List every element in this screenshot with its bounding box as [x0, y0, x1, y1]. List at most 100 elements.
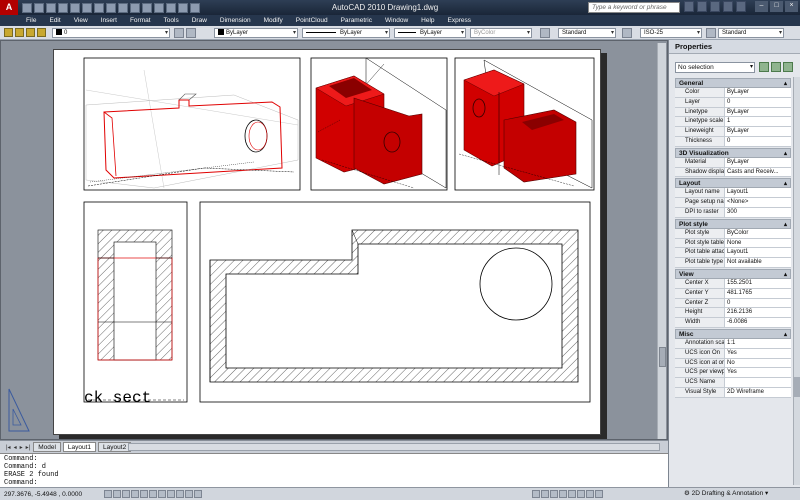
- zoom-extents-icon[interactable]: [142, 2, 152, 13]
- section-3d-visualization[interactable]: 3D Visualization: [675, 147, 791, 159]
- plotstyle-dropdown[interactable]: ByColor: [470, 28, 532, 38]
- properties-scroll-thumb[interactable]: [794, 377, 800, 397]
- menu-item-modify[interactable]: Modify: [264, 17, 283, 24]
- property-value[interactable]: None: [725, 238, 791, 248]
- property-row[interactable]: Shadow display Casts and Receiv...: [675, 167, 791, 178]
- quick-view-drawings-icon[interactable]: [550, 490, 558, 498]
- menu-item-window[interactable]: Window: [385, 17, 408, 24]
- redo-icon[interactable]: [82, 2, 92, 13]
- undo-icon[interactable]: [70, 2, 80, 13]
- property-value[interactable]: Casts and Receiv...: [725, 167, 791, 177]
- property-row[interactable]: Linetype scale 1: [675, 117, 791, 128]
- first-tab-icon[interactable]: |◂: [6, 444, 11, 451]
- model-paper-icon[interactable]: [532, 490, 540, 498]
- tab-model[interactable]: Model: [33, 442, 61, 452]
- pan-icon[interactable]: [106, 2, 116, 13]
- layer-lock-icon[interactable]: [37, 28, 46, 37]
- make-current-icon[interactable]: [174, 28, 184, 38]
- polar-tracking-icon[interactable]: [131, 490, 139, 498]
- property-value[interactable]: ByColor: [725, 228, 791, 238]
- table-style-dropdown[interactable]: Standard: [718, 28, 784, 38]
- design-center-icon[interactable]: [166, 2, 176, 13]
- property-row[interactable]: Width -6.0086: [675, 318, 791, 328]
- property-value[interactable]: Layout1: [725, 188, 791, 198]
- snap-mode-icon[interactable]: [104, 490, 112, 498]
- section-layout[interactable]: Layout: [675, 178, 791, 189]
- property-row[interactable]: UCS Name: [675, 378, 791, 388]
- drawing-area[interactable]: ck sect: [0, 40, 668, 440]
- menu-item-tools[interactable]: Tools: [164, 17, 179, 24]
- text-style-icon[interactable]: [540, 28, 550, 38]
- property-value[interactable]: 0: [725, 97, 791, 107]
- dynamic-ucs-icon[interactable]: [167, 490, 175, 498]
- layer-dropdown[interactable]: 0: [52, 28, 170, 38]
- select-objects-icon[interactable]: [771, 62, 781, 72]
- menu-item-draw[interactable]: Draw: [192, 17, 207, 24]
- zoom-status-icon[interactable]: [568, 490, 576, 498]
- properties-icon[interactable]: [154, 2, 164, 13]
- property-value[interactable]: 300: [725, 207, 791, 217]
- color-dropdown[interactable]: ByLayer: [214, 28, 298, 38]
- quick-select-icon[interactable]: [783, 62, 793, 72]
- property-row[interactable]: Layer 0: [675, 97, 791, 108]
- dim-style-icon[interactable]: [622, 28, 632, 38]
- property-value[interactable]: Yes: [725, 348, 791, 358]
- communication-icon[interactable]: [710, 1, 720, 12]
- menu-item-file[interactable]: File: [26, 17, 36, 24]
- menu-item-edit[interactable]: Edit: [49, 17, 60, 24]
- property-value[interactable]: 2D Wireframe: [725, 387, 791, 397]
- property-value[interactable]: -6.0086: [725, 318, 791, 327]
- property-value[interactable]: ByLayer: [725, 127, 791, 136]
- showmotion-icon[interactable]: [586, 490, 594, 498]
- property-row[interactable]: Center Y 481.1765: [675, 288, 791, 299]
- property-row[interactable]: Center Z0: [675, 298, 791, 309]
- property-row[interactable]: DPI to raster 300: [675, 207, 791, 218]
- property-row[interactable]: UCS icon On Yes: [675, 348, 791, 359]
- property-value[interactable]: 1: [725, 117, 791, 127]
- minimize-icon[interactable]: –: [755, 1, 768, 12]
- calculator-icon[interactable]: [190, 2, 200, 13]
- next-tab-icon[interactable]: ▸: [20, 444, 23, 451]
- property-row[interactable]: Plot style table None: [675, 238, 791, 249]
- viewport-3d-wireframe[interactable]: [83, 57, 301, 191]
- property-row[interactable]: Plot table attac...Layout1: [675, 248, 791, 259]
- property-value[interactable]: Yes: [725, 368, 791, 378]
- search-input[interactable]: Type a keyword or phrase: [588, 2, 680, 13]
- print-icon[interactable]: [58, 2, 68, 13]
- menu-item-pointcloud[interactable]: PointCloud: [296, 17, 328, 24]
- property-row[interactable]: UCS per viewportYes: [675, 368, 791, 379]
- property-row[interactable]: Lineweight ByLayer: [675, 127, 791, 137]
- text-style-dropdown[interactable]: Standard: [558, 28, 616, 38]
- property-row[interactable]: Layout name Layout1: [675, 188, 791, 199]
- property-value[interactable]: ByLayer: [725, 88, 791, 97]
- show-lineweight-icon[interactable]: [185, 490, 193, 498]
- vertical-scrollbar[interactable]: [657, 43, 666, 439]
- menu-item-express[interactable]: Express: [448, 17, 471, 24]
- menu-item-dimension[interactable]: Dimension: [220, 17, 251, 24]
- dynamic-input-icon[interactable]: [176, 490, 184, 498]
- dim-style-dropdown[interactable]: ISO-25: [640, 28, 702, 38]
- last-tab-icon[interactable]: ▸|: [26, 444, 31, 451]
- maximize-icon[interactable]: □: [770, 1, 783, 12]
- ortho-mode-icon[interactable]: [122, 490, 130, 498]
- linetype-dropdown[interactable]: ByLayer: [302, 28, 390, 38]
- property-row[interactable]: Thickness 0: [675, 136, 791, 147]
- help-icon[interactable]: [736, 1, 746, 12]
- tool-palette-icon[interactable]: [178, 2, 188, 13]
- workspace-switcher[interactable]: ⚙ 2D Drafting & Annotation ▾: [684, 489, 768, 497]
- property-value[interactable]: ByLayer: [725, 157, 791, 167]
- property-row[interactable]: Page setup name<None>: [675, 198, 791, 208]
- property-row[interactable]: Plot style ByColor: [675, 228, 791, 239]
- grid-display-icon[interactable]: [113, 490, 121, 498]
- viewport-front-section[interactable]: [199, 201, 591, 403]
- quick-properties-icon[interactable]: [194, 490, 202, 498]
- section-general[interactable]: General: [675, 78, 791, 89]
- pan-status-icon[interactable]: [559, 490, 567, 498]
- application-menu-button[interactable]: A: [0, 0, 18, 15]
- object-snap-tracking-icon[interactable]: [158, 490, 166, 498]
- property-value[interactable]: Layout1: [725, 248, 791, 258]
- command-line[interactable]: Command: Command: d ERASE 2 found Command:: [0, 453, 668, 487]
- section-view[interactable]: View: [675, 268, 791, 280]
- property-row[interactable]: Center X 155.2501: [675, 278, 791, 289]
- property-row[interactable]: Visual Style 2D Wireframe: [675, 387, 791, 398]
